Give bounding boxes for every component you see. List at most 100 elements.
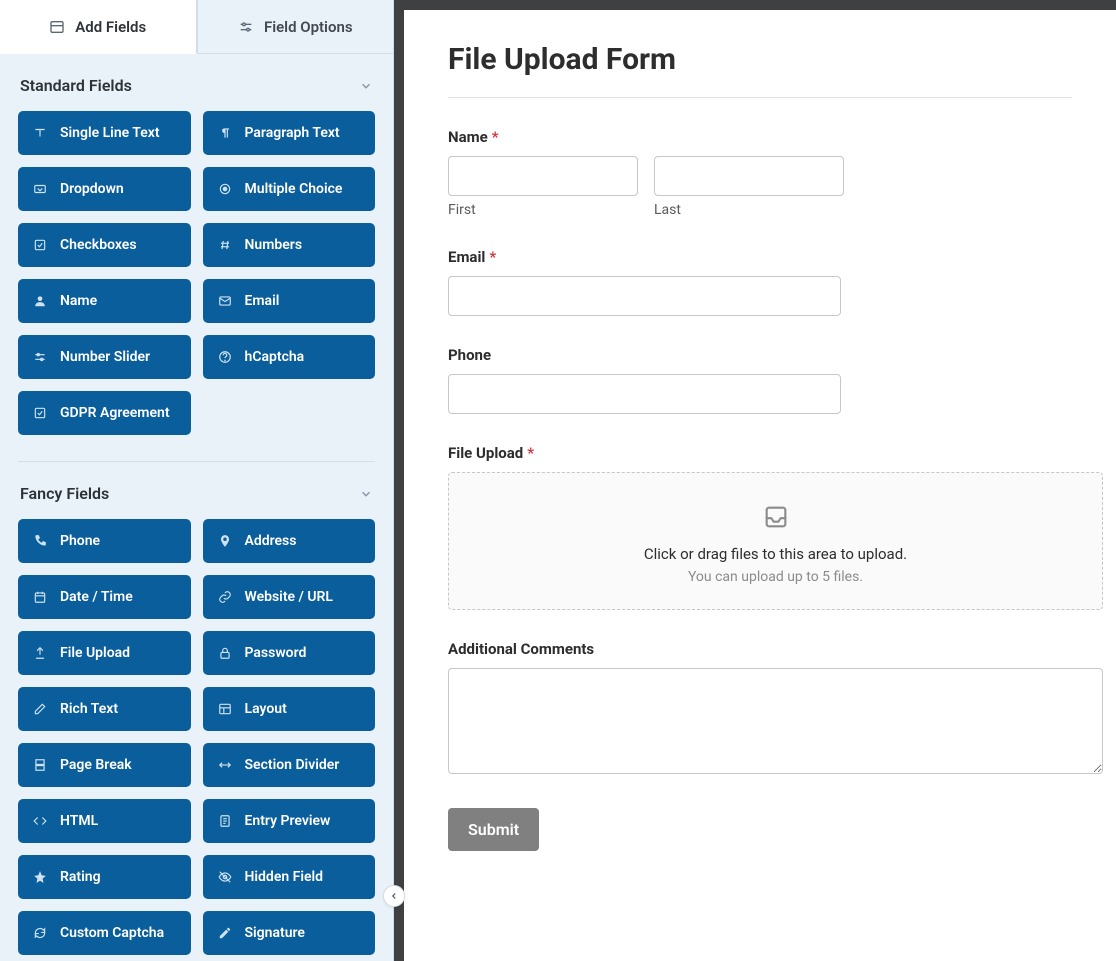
tab-field-options[interactable]: Field Options xyxy=(197,0,394,54)
field-label: Password xyxy=(245,645,307,661)
field-html[interactable]: HTML xyxy=(18,799,191,843)
field-name[interactable]: Name xyxy=(18,279,191,323)
tab-label: Add Fields xyxy=(75,18,146,36)
paragraph-icon xyxy=(217,126,233,140)
field-signature[interactable]: Signature xyxy=(203,911,376,955)
last-name-input[interactable] xyxy=(654,156,844,196)
chevron-down-icon xyxy=(359,487,373,501)
required-asterisk: * xyxy=(489,248,496,266)
field-block-email[interactable]: Email* xyxy=(448,248,1072,316)
standard-fields-grid: Single Line Text Paragraph Text Dropdown… xyxy=(18,111,375,435)
sidebar: Add Fields Field Options Standard Fields xyxy=(0,0,394,961)
submit-button[interactable]: Submit xyxy=(448,808,539,851)
field-number-slider[interactable]: Number Slider xyxy=(18,335,191,379)
label-text: Email xyxy=(448,248,485,266)
field-block-comments[interactable]: Additional Comments xyxy=(448,640,1072,778)
file-upload-label: File Upload* xyxy=(448,444,1072,462)
code-icon xyxy=(32,814,48,828)
field-label: Email xyxy=(245,293,280,309)
field-label: Numbers xyxy=(245,237,303,253)
user-icon xyxy=(32,294,48,308)
location-icon xyxy=(217,534,233,548)
field-hidden-field[interactable]: Hidden Field xyxy=(203,855,376,899)
checkbox-icon xyxy=(32,238,48,252)
slider-icon xyxy=(32,350,48,364)
section-fancy-fields: Fancy Fields Phone Address Date / Time xyxy=(0,462,393,961)
section-title: Fancy Fields xyxy=(20,484,109,503)
form-builder-app: Add Fields Field Options Standard Fields xyxy=(0,0,1116,961)
field-label: Entry Preview xyxy=(245,813,331,829)
upload-main-text: Click or drag files to this area to uplo… xyxy=(469,545,1082,563)
document-icon xyxy=(217,814,233,828)
field-label: Signature xyxy=(245,925,305,941)
field-multiple-choice[interactable]: Multiple Choice xyxy=(203,167,376,211)
field-label: Page Break xyxy=(60,757,132,773)
layout-icon xyxy=(217,702,233,716)
section-header-fancy[interactable]: Fancy Fields xyxy=(18,462,375,519)
field-email[interactable]: Email xyxy=(203,279,376,323)
divider-icon xyxy=(217,758,233,772)
sidebar-collapse-handle[interactable] xyxy=(383,885,405,907)
field-phone[interactable]: Phone xyxy=(18,519,191,563)
field-block-file-upload[interactable]: File Upload* Click or drag files to this… xyxy=(448,444,1072,610)
field-label: Layout xyxy=(245,701,287,717)
field-single-line-text[interactable]: Single Line Text xyxy=(18,111,191,155)
file-upload-dropzone[interactable]: Click or drag files to this area to uplo… xyxy=(448,472,1103,610)
field-label: Custom Captcha xyxy=(60,925,164,941)
comments-textarea[interactable] xyxy=(448,668,1103,774)
field-password[interactable]: Password xyxy=(203,631,376,675)
last-name-col: Last xyxy=(654,156,844,218)
field-rich-text[interactable]: Rich Text xyxy=(18,687,191,731)
label-text: Name xyxy=(448,128,488,146)
star-icon xyxy=(32,870,48,884)
pencil-icon xyxy=(217,926,233,940)
refresh-icon xyxy=(32,926,48,940)
field-label: Name xyxy=(60,293,97,309)
email-label: Email* xyxy=(448,248,1072,266)
field-address[interactable]: Address xyxy=(203,519,376,563)
form-divider xyxy=(448,97,1072,98)
field-checkboxes[interactable]: Checkboxes xyxy=(18,223,191,267)
comments-label: Additional Comments xyxy=(448,640,1072,658)
field-layout[interactable]: Layout xyxy=(203,687,376,731)
field-label: Single Line Text xyxy=(60,125,160,141)
field-date-time[interactable]: Date / Time xyxy=(18,575,191,619)
field-file-upload[interactable]: File Upload xyxy=(18,631,191,675)
email-input[interactable] xyxy=(448,276,841,316)
field-website-url[interactable]: Website / URL xyxy=(203,575,376,619)
field-page-break[interactable]: Page Break xyxy=(18,743,191,787)
lock-icon xyxy=(217,646,233,660)
field-custom-captcha[interactable]: Custom Captcha xyxy=(18,911,191,955)
field-label: Address xyxy=(245,533,297,549)
field-block-phone[interactable]: Phone xyxy=(448,346,1072,414)
field-label: Website / URL xyxy=(245,589,334,605)
field-block-name[interactable]: Name* First Last xyxy=(448,128,1072,218)
section-header-standard[interactable]: Standard Fields xyxy=(18,54,375,111)
field-numbers[interactable]: Numbers xyxy=(203,223,376,267)
first-name-input[interactable] xyxy=(448,156,638,196)
field-label: hCaptcha xyxy=(245,349,305,365)
chevron-down-icon xyxy=(359,79,373,93)
chevron-left-icon xyxy=(389,891,399,901)
field-hcaptcha[interactable]: hCaptcha xyxy=(203,335,376,379)
field-entry-preview[interactable]: Entry Preview xyxy=(203,799,376,843)
field-label: Number Slider xyxy=(60,349,150,365)
checkbox-icon xyxy=(32,406,48,420)
label-text: File Upload xyxy=(448,444,523,462)
name-label: Name* xyxy=(448,128,1072,146)
field-dropdown[interactable]: Dropdown xyxy=(18,167,191,211)
field-gdpr-agreement[interactable]: GDPR Agreement xyxy=(18,391,191,435)
first-name-sublabel: First xyxy=(448,202,638,218)
tab-label: Field Options xyxy=(264,18,353,36)
tab-add-fields[interactable]: Add Fields xyxy=(0,0,197,54)
field-rating[interactable]: Rating xyxy=(18,855,191,899)
edit-icon xyxy=(32,702,48,716)
field-section-divider[interactable]: Section Divider xyxy=(203,743,376,787)
phone-input[interactable] xyxy=(448,374,841,414)
field-paragraph-text[interactable]: Paragraph Text xyxy=(203,111,376,155)
required-asterisk: * xyxy=(492,128,499,146)
eye-off-icon xyxy=(217,870,233,884)
field-label: Multiple Choice xyxy=(245,181,343,197)
inbox-icon xyxy=(761,503,791,531)
add-fields-icon xyxy=(49,19,65,35)
